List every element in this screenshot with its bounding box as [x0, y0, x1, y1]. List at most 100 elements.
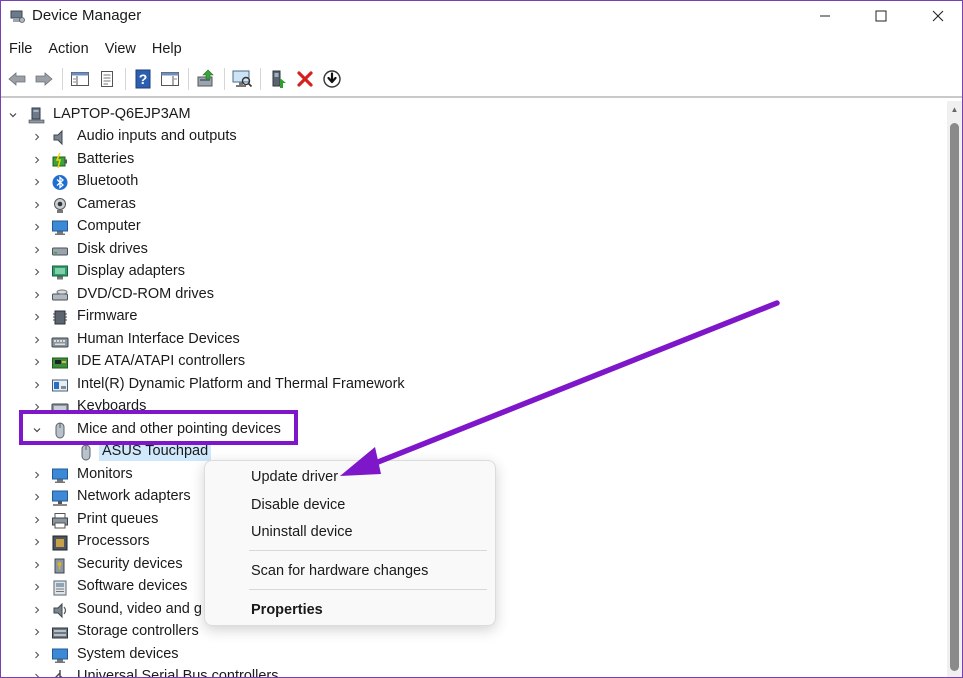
chevron-right-icon[interactable]: [31, 198, 43, 212]
chevron-right-icon[interactable]: [31, 175, 43, 189]
context-menu: Update driver Disable device Uninstall d…: [204, 460, 496, 626]
menu-item-uninstall-device[interactable]: Uninstall device: [251, 524, 353, 540]
chevron-right-icon[interactable]: [31, 378, 43, 392]
help-icon: ?: [135, 69, 151, 89]
computer-name: LAPTOP-Q6EJP3AM: [53, 106, 191, 122]
chevron-right-icon[interactable]: [31, 513, 43, 527]
annotation-highlight-box: [19, 410, 298, 445]
computer-icon: [51, 219, 69, 236]
toolbar: ?: [1, 64, 962, 94]
chevron-right-icon[interactable]: [31, 130, 43, 144]
category-label: Computer: [77, 218, 141, 234]
tree-row-computer[interactable]: Computer: [1, 216, 946, 238]
camera-icon: [51, 197, 69, 214]
tree-row-cameras[interactable]: Cameras: [1, 194, 946, 216]
properties-icon: [101, 71, 113, 87]
network-adapter-icon: [51, 489, 69, 506]
category-label: Sound, video and g: [77, 600, 202, 617]
tree-row-human-interface-devices[interactable]: Human Interface Devices: [1, 329, 946, 351]
toolbar-separator: [188, 68, 189, 90]
category-label: Batteries: [77, 150, 135, 167]
maximize-icon: [875, 10, 887, 22]
printer-icon: [51, 512, 69, 529]
tree-row-system-devices[interactable]: System devices: [1, 644, 946, 666]
chevron-right-icon[interactable]: [31, 288, 43, 302]
category-label: Firmware: [77, 308, 138, 324]
menu-bar: File Action View Help: [1, 37, 190, 61]
back-icon: [8, 72, 26, 86]
scrollbar-thumb[interactable]: [950, 123, 959, 671]
update-driver-icon: [197, 69, 214, 87]
tree-root-row[interactable]: LAPTOP-Q6EJP3AM: [1, 104, 946, 126]
chevron-right-icon[interactable]: [31, 580, 43, 594]
close-button[interactable]: [910, 1, 962, 31]
chevron-right-icon[interactable]: [31, 670, 43, 677]
processor-icon: [51, 534, 69, 551]
chevron-right-icon[interactable]: [31, 355, 43, 369]
chevron-right-icon[interactable]: [31, 535, 43, 549]
chevron-right-icon[interactable]: [31, 153, 43, 167]
storage-controller-icon: [51, 624, 69, 641]
chevron-right-icon[interactable]: [31, 468, 43, 482]
tree-row-batteries[interactable]: Batteries: [1, 149, 946, 171]
menu-file[interactable]: File: [1, 37, 40, 61]
menu-item-update-driver[interactable]: Update driver: [251, 469, 338, 485]
scan-hardware-button[interactable]: [229, 67, 255, 91]
maximize-button[interactable]: [853, 1, 909, 31]
forward-icon: [35, 72, 53, 86]
update-driver-button[interactable]: [193, 67, 219, 91]
chevron-right-icon[interactable]: [31, 625, 43, 639]
menu-action[interactable]: Action: [40, 37, 96, 61]
firmware-icon: [51, 309, 69, 326]
chevron-right-icon[interactable]: [31, 648, 43, 662]
hid-icon: [51, 332, 69, 349]
action-pane-button[interactable]: [157, 67, 183, 91]
chevron-right-icon[interactable]: [31, 333, 43, 347]
tree-row-disk-drives[interactable]: Disk drives: [1, 239, 946, 261]
chevron-right-icon[interactable]: [31, 490, 43, 504]
chevron-right-icon[interactable]: [31, 265, 43, 279]
tree-row-universal-serial-bus-controllers[interactable]: Universal Serial Bus controllers: [1, 666, 946, 677]
mouse-icon: [77, 444, 95, 461]
toolbar-separator: [224, 68, 225, 90]
tree-row-display-adapters[interactable]: Display adapters: [1, 261, 946, 283]
tree-row-audio-inputs-and-outputs[interactable]: Audio inputs and outputs: [1, 126, 946, 148]
download-button[interactable]: [319, 67, 345, 91]
scan-hardware-icon: [232, 70, 253, 88]
intel-framework-icon: [51, 377, 69, 394]
chevron-right-icon[interactable]: [31, 243, 43, 257]
uninstall-device-icon: [297, 71, 313, 87]
menu-item-scan-hardware[interactable]: Scan for hardware changes: [251, 563, 428, 579]
chevron-right-icon[interactable]: [31, 603, 43, 617]
tree-row-dvd-cd-rom-drives[interactable]: DVD/CD-ROM drives: [1, 284, 946, 306]
uninstall-device-button[interactable]: [292, 67, 318, 91]
menu-item-disable-device[interactable]: Disable device: [251, 497, 345, 513]
minimize-button[interactable]: [797, 1, 853, 31]
menu-help[interactable]: Help: [144, 37, 190, 61]
enable-device-button[interactable]: [265, 67, 291, 91]
category-label: Print queues: [77, 510, 159, 527]
forward-button[interactable]: [31, 67, 57, 91]
tree-row-intel-r-dynamic-platform-and-thermal-framework[interactable]: Intel(R) Dynamic Platform and Thermal Fr…: [1, 374, 946, 396]
tree-row-ide-ata-atapi-controllers[interactable]: IDE ATA/ATAPI controllers: [1, 351, 946, 373]
tree-row-firmware[interactable]: Firmware: [1, 306, 946, 328]
chevron-down-icon[interactable]: [7, 108, 19, 122]
category-label: Processors: [77, 533, 150, 549]
show-hide-console-tree-button[interactable]: [67, 67, 93, 91]
scroll-up-arrow-icon[interactable]: ▲: [947, 101, 962, 118]
chevron-right-icon[interactable]: [31, 310, 43, 324]
chevron-right-icon[interactable]: [31, 220, 43, 234]
software-device-icon: [51, 579, 69, 596]
category-label: Security devices: [77, 555, 183, 572]
security-device-icon: [51, 557, 69, 574]
tree-row-bluetooth[interactable]: Bluetooth: [1, 171, 946, 193]
category-label: Software devices: [77, 578, 188, 594]
vertical-scrollbar[interactable]: ▲: [947, 101, 962, 677]
ide-controller-icon: [51, 354, 69, 371]
chevron-right-icon[interactable]: [31, 558, 43, 572]
properties-button[interactable]: [94, 67, 120, 91]
back-button[interactable]: [4, 67, 30, 91]
menu-view[interactable]: View: [97, 37, 144, 61]
help-button[interactable]: ?: [130, 67, 156, 91]
menu-item-properties[interactable]: Properties: [251, 602, 323, 618]
